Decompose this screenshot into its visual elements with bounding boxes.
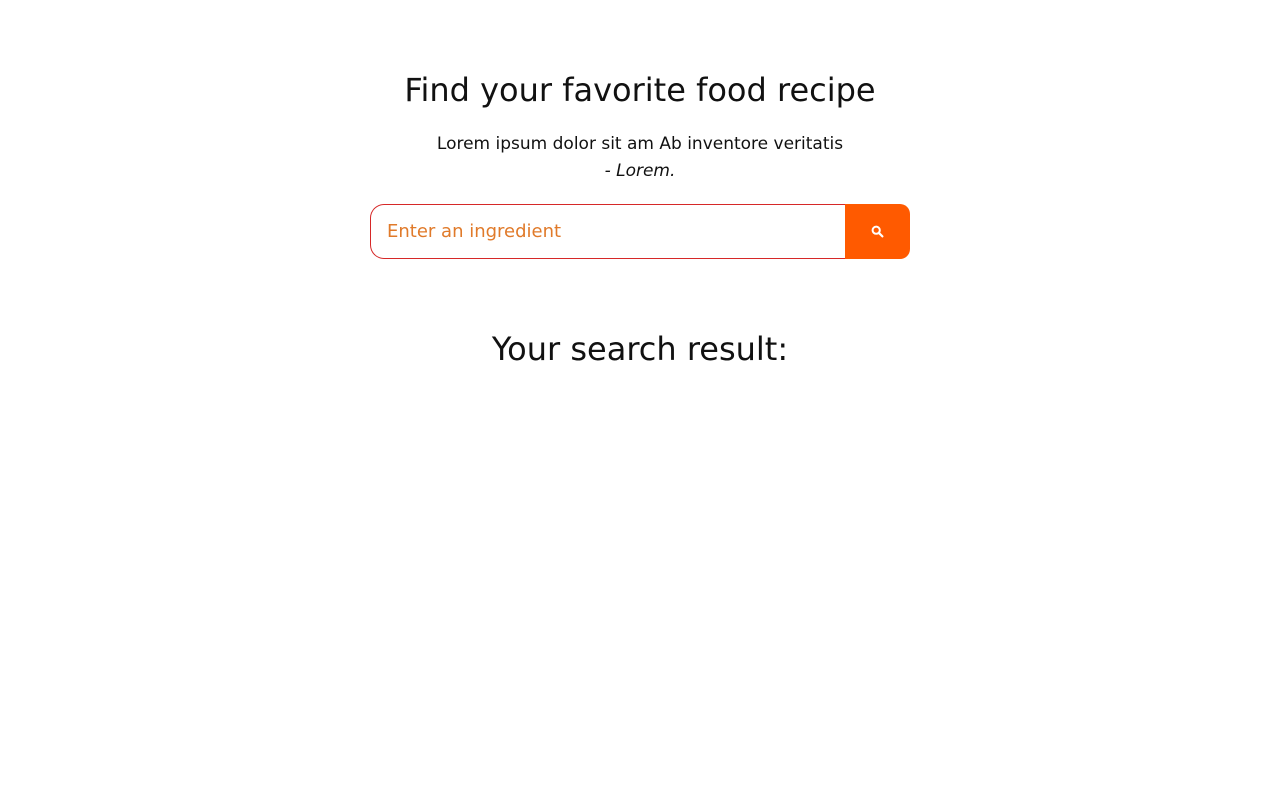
search-button[interactable] <box>845 204 910 259</box>
recipe-search-page: Find your favorite food recipe Lorem ips… <box>0 0 1280 800</box>
hero-quote: Lorem ipsum dolor sit am Ab inventore ve… <box>436 134 844 154</box>
ingredient-search-input[interactable] <box>370 204 845 259</box>
search-results-title: Your search result: <box>491 330 789 368</box>
page-title: Find your favorite food recipe <box>404 71 876 109</box>
search-form <box>370 204 910 259</box>
quote-author: - Lorem. <box>604 161 676 181</box>
search-results-list <box>0 390 1280 770</box>
search-icon <box>871 225 884 238</box>
